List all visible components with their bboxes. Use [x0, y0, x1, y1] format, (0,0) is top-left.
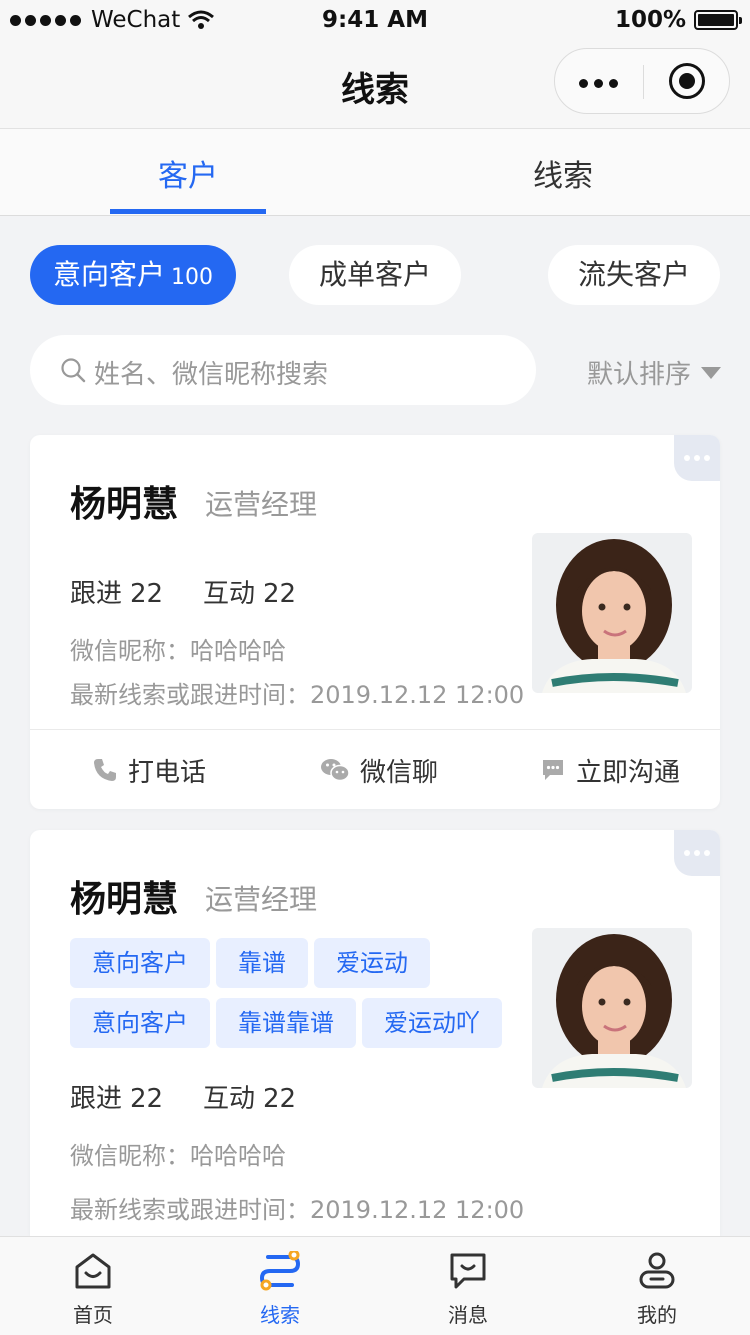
customer-role: 运营经理	[205, 883, 318, 916]
customer-role: 运营经理	[205, 488, 318, 521]
interact-count: 22	[263, 1084, 297, 1114]
tab-profile[interactable]: 我的	[597, 1251, 717, 1328]
tab-bar-top: 客户 线索	[0, 129, 750, 216]
filter-chips: 意向客户 100 成单客户 流失客户	[0, 245, 750, 305]
customer-tag: 爱运动吖	[362, 998, 502, 1048]
customer-tag: 爱运动	[314, 938, 430, 988]
follow-count: 22	[130, 1084, 164, 1114]
interact-label: 互动	[203, 579, 256, 609]
wechat-nickname: 微信昵称：哈哈哈哈	[70, 1142, 286, 1170]
clue-icon	[259, 1249, 301, 1291]
search-placeholder: 姓名、微信昵称搜索	[94, 360, 329, 390]
wechat-chat-label: 微信聊	[360, 757, 439, 788]
call-label: 打电话	[128, 757, 207, 788]
customer-card[interactable]: 杨明慧 运营经理 跟进 22 互动 22 微信昵称：哈哈哈哈 最新线索或跟进时间：2…	[30, 435, 720, 809]
tab-customer[interactable]: 客户	[88, 151, 288, 195]
customer-tag: 靠谱	[216, 938, 308, 988]
interact-count: 22	[263, 579, 297, 609]
battery-icon	[694, 10, 742, 30]
interact-stat: 互动 22	[203, 1078, 296, 1115]
filter-lost-customer[interactable]: 流失客户	[548, 245, 720, 305]
interact-label: 互动	[203, 1084, 256, 1114]
sort-label: 默认排序	[587, 360, 692, 390]
filter-label: 成单客户	[318, 258, 431, 291]
latest-followup-time: 最新线索或跟进时间：2019.12.12 12:00	[70, 681, 525, 709]
sort-dropdown[interactable]: 默认排序	[587, 354, 722, 391]
customer-card[interactable]: 杨明慧 运营经理 意向客户 靠谱 爱运动 意向客户 靠谱靠谱 爱运动吖 跟进 22…	[30, 830, 720, 1236]
tab-messages[interactable]: 消息	[408, 1251, 528, 1328]
wechat-nickname: 微信昵称：哈哈哈哈	[70, 637, 286, 665]
customer-tag: 意向客户	[70, 938, 210, 988]
call-button[interactable]: 打电话	[92, 730, 206, 810]
tab-active-indicator	[110, 209, 266, 214]
instant-chat-button[interactable]: 立即沟通	[540, 730, 680, 810]
card-more-button[interactable]	[674, 830, 720, 876]
search-icon	[61, 358, 86, 383]
bottom-tab-bar: 首页 线索 消息 我的	[0, 1236, 750, 1335]
tab-home[interactable]: 首页	[33, 1251, 153, 1328]
instant-chat-label: 立即沟通	[576, 757, 681, 788]
phone-icon	[94, 759, 116, 781]
message-icon	[450, 1253, 486, 1289]
tab-clues-bottom[interactable]: 线索	[220, 1249, 340, 1328]
customer-name: 杨明慧	[70, 484, 179, 525]
mini-program-capsule	[554, 48, 730, 114]
latest-followup-time: 最新线索或跟进时间：2019.12.12 12:00	[70, 1196, 525, 1224]
follow-label: 跟进	[70, 1084, 123, 1114]
profile-icon	[639, 1252, 675, 1289]
follow-count: 22	[130, 579, 164, 609]
customer-avatar	[532, 533, 692, 693]
battery-percent: 100%	[614, 7, 686, 33]
card-more-button[interactable]	[674, 435, 720, 481]
close-target-icon[interactable]	[669, 63, 705, 99]
search-input[interactable]: 姓名、微信昵称搜索	[30, 335, 536, 405]
chat-bubble-icon	[543, 760, 563, 780]
filter-intent-customer[interactable]: 意向客户 100	[30, 245, 236, 305]
tab-label: 线索	[260, 1303, 300, 1327]
tab-label: 我的	[637, 1303, 677, 1327]
filter-label: 意向客户	[52, 258, 165, 291]
customer-tag: 意向客户	[70, 998, 210, 1048]
capsule-divider	[643, 65, 644, 99]
interact-stat: 互动 22	[203, 573, 296, 610]
follow-stat: 跟进 22	[70, 573, 163, 610]
tab-label: 消息	[448, 1303, 488, 1327]
filter-closed-customer[interactable]: 成单客户	[289, 245, 461, 305]
customer-tag: 靠谱靠谱	[216, 998, 356, 1048]
card-actions: 打电话 微信聊 立即沟通	[30, 730, 720, 810]
nav-bar: 线索	[0, 40, 750, 129]
wechat-icon	[321, 759, 350, 782]
follow-label: 跟进	[70, 579, 123, 609]
battery-group: 100%	[614, 7, 742, 33]
wechat-chat-button[interactable]: 微信聊	[320, 730, 438, 810]
tab-label: 首页	[73, 1303, 113, 1327]
filter-count: 100	[171, 265, 213, 290]
customer-avatar	[532, 928, 692, 1088]
more-menu-icon[interactable]	[579, 79, 618, 88]
filter-label: 流失客户	[577, 258, 690, 291]
chevron-down-icon	[701, 366, 722, 379]
home-icon	[75, 1253, 111, 1289]
status-bar: WeChat 9:41 AM 100%	[0, 0, 750, 40]
customer-name: 杨明慧	[70, 879, 179, 920]
tab-clues[interactable]: 线索	[463, 151, 663, 195]
follow-stat: 跟进 22	[70, 1078, 163, 1115]
